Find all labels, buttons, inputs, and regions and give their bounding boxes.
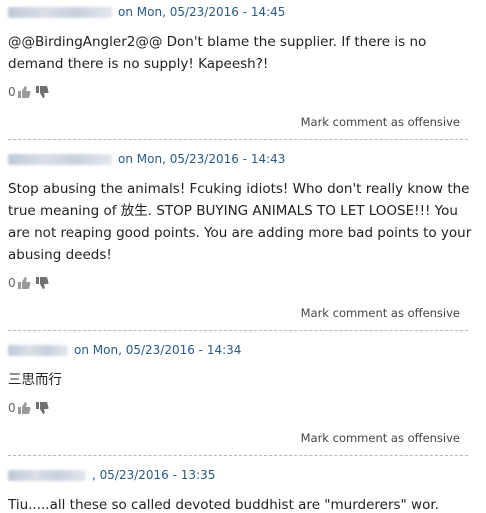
comment-date: , 05/23/2016 - 13:35 — [92, 468, 216, 482]
vote-row: 0 — [8, 81, 478, 103]
vote-row: 0 — [8, 397, 478, 419]
thumbs-up-icon[interactable] — [17, 85, 31, 99]
vote-count: 0 — [8, 276, 16, 290]
comment-divider — [8, 139, 468, 140]
comment-thread: on Mon, 05/23/2016 - 14:45 @@BirdingAngl… — [0, 0, 486, 513]
comment-meta: on Mon, 05/23/2016 - 14:34 — [8, 338, 478, 362]
author-name-redacted — [8, 469, 86, 481]
thumbs-up-icon[interactable] — [17, 401, 31, 415]
comment-meta: on Mon, 05/23/2016 - 14:45 — [8, 0, 478, 24]
mark-offensive-link[interactable]: Mark comment as offensive — [301, 115, 460, 129]
comment-body: Stop abusing the animals! Fcuking idiots… — [8, 181, 472, 263]
comment-date: on Mon, 05/23/2016 - 14:43 — [118, 152, 286, 166]
comment-item: on Mon, 05/23/2016 - 14:34 三思而行 0 Mark c… — [8, 338, 478, 456]
comment-body: 三思而行 — [8, 372, 62, 388]
comment-body: Tiu.....all these so called devoted budd… — [8, 497, 439, 513]
vote-row: 0 — [8, 272, 478, 294]
thumbs-up-icon[interactable] — [17, 276, 31, 290]
comment-divider — [8, 455, 468, 456]
comment-meta: , 05/23/2016 - 13:35 — [8, 463, 478, 487]
mark-offensive-link[interactable]: Mark comment as offensive — [301, 306, 460, 320]
comment-item: on Mon, 05/23/2016 - 14:45 @@BirdingAngl… — [8, 0, 478, 140]
author-name-redacted — [8, 6, 112, 18]
comment-body: @@BirdingAngler2@@ Don't blame the suppl… — [8, 34, 427, 72]
vote-count: 0 — [8, 85, 16, 99]
comment-date: on Mon, 05/23/2016 - 14:45 — [118, 5, 286, 19]
thumbs-down-icon[interactable] — [35, 276, 49, 290]
comment-date: on Mon, 05/23/2016 - 14:34 — [74, 343, 242, 357]
comment-meta: on Mon, 05/23/2016 - 14:43 — [8, 147, 478, 171]
vote-count: 0 — [8, 401, 16, 415]
author-name-redacted — [8, 344, 68, 356]
thumbs-down-icon[interactable] — [35, 401, 49, 415]
thumbs-down-icon[interactable] — [35, 85, 49, 99]
mark-offensive-link[interactable]: Mark comment as offensive — [301, 431, 460, 445]
comment-divider — [8, 330, 468, 331]
comment-item: , 05/23/2016 - 13:35 Tiu.....all these s… — [8, 463, 478, 513]
author-name-redacted — [8, 153, 112, 165]
comment-item: on Mon, 05/23/2016 - 14:43 Stop abusing … — [8, 147, 478, 331]
